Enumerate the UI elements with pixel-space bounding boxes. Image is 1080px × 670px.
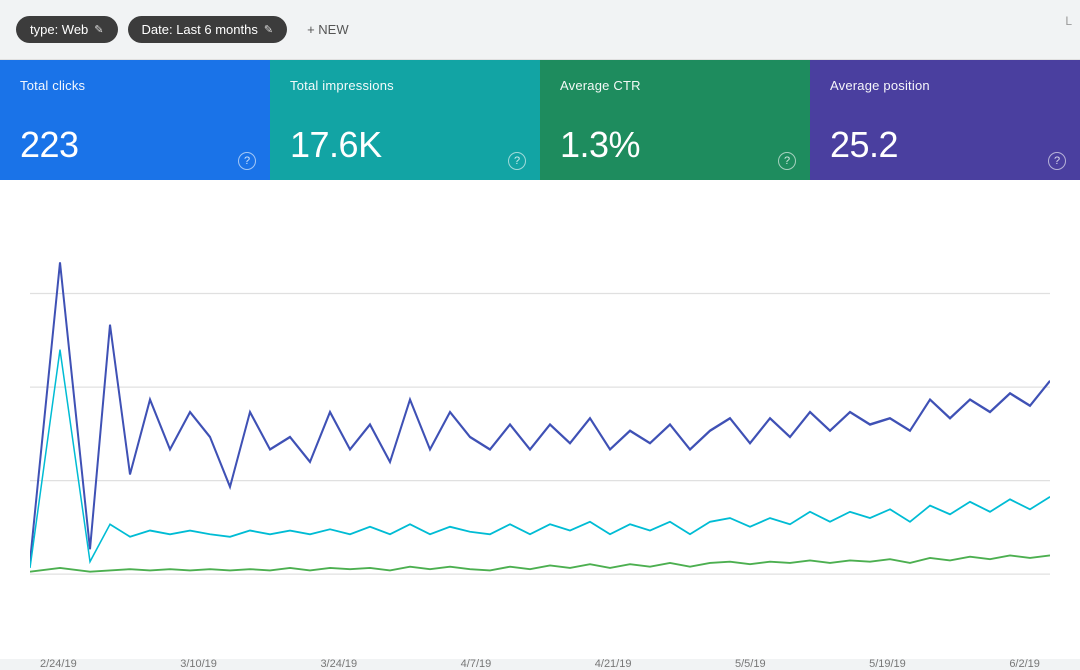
stat-info-icon-0[interactable]: ? [238, 152, 256, 170]
x-label-7: 6/2/19 [1009, 658, 1040, 670]
stat-card-2: Average CTR 1.3% ? [540, 60, 810, 180]
corner-label: L [1065, 14, 1080, 28]
x-label-4: 4/21/19 [595, 658, 632, 670]
stat-info-icon-3[interactable]: ? [1048, 152, 1066, 170]
chart-area: 2/24/193/10/193/24/194/7/194/21/195/5/19… [0, 180, 1080, 659]
x-label-1: 3/10/19 [180, 658, 217, 670]
new-button-label: + NEW [307, 22, 349, 37]
new-button[interactable]: + NEW [297, 16, 359, 43]
date-filter-pill[interactable]: Date: Last 6 months ✎ [128, 16, 288, 43]
stat-card-3: Average position 25.2 ? [810, 60, 1080, 180]
stat-card-1: Total impressions 17.6K ? [270, 60, 540, 180]
stat-label-1: Total impressions [290, 78, 520, 93]
stat-value-2: 1.3% [560, 124, 790, 166]
stat-label-0: Total clicks [20, 78, 250, 93]
date-filter-label: Date: Last 6 months [142, 22, 258, 37]
stat-info-icon-2[interactable]: ? [778, 152, 796, 170]
x-label-3: 4/7/19 [461, 658, 492, 670]
x-axis-labels: 2/24/19 3/10/19 3/24/19 4/7/19 4/21/19 5/5/19… [30, 654, 1050, 670]
x-label-5: 5/5/19 [735, 658, 766, 670]
stat-value-1: 17.6K [290, 124, 520, 166]
date-filter-edit-icon[interactable]: ✎ [264, 23, 273, 36]
type-filter-pill[interactable]: type: Web ✎ [16, 16, 118, 43]
performance-chart [30, 200, 1050, 649]
stats-row: Total clicks 223 ? Total impressions 17.… [0, 60, 1080, 180]
toolbar: type: Web ✎ Date: Last 6 months ✎ + NEW [0, 0, 1080, 60]
type-filter-edit-icon[interactable]: ✎ [94, 23, 103, 36]
stat-card-0: Total clicks 223 ? [0, 60, 270, 180]
stat-info-icon-1[interactable]: ? [508, 152, 526, 170]
stat-value-0: 223 [20, 124, 250, 166]
x-label-0: 2/24/19 [40, 658, 77, 670]
stat-label-2: Average CTR [560, 78, 790, 93]
x-label-2: 3/24/19 [320, 658, 357, 670]
stat-value-3: 25.2 [830, 124, 1060, 166]
stat-label-3: Average position [830, 78, 1060, 93]
x-label-6: 5/19/19 [869, 658, 906, 670]
type-filter-label: type: Web [30, 22, 88, 37]
